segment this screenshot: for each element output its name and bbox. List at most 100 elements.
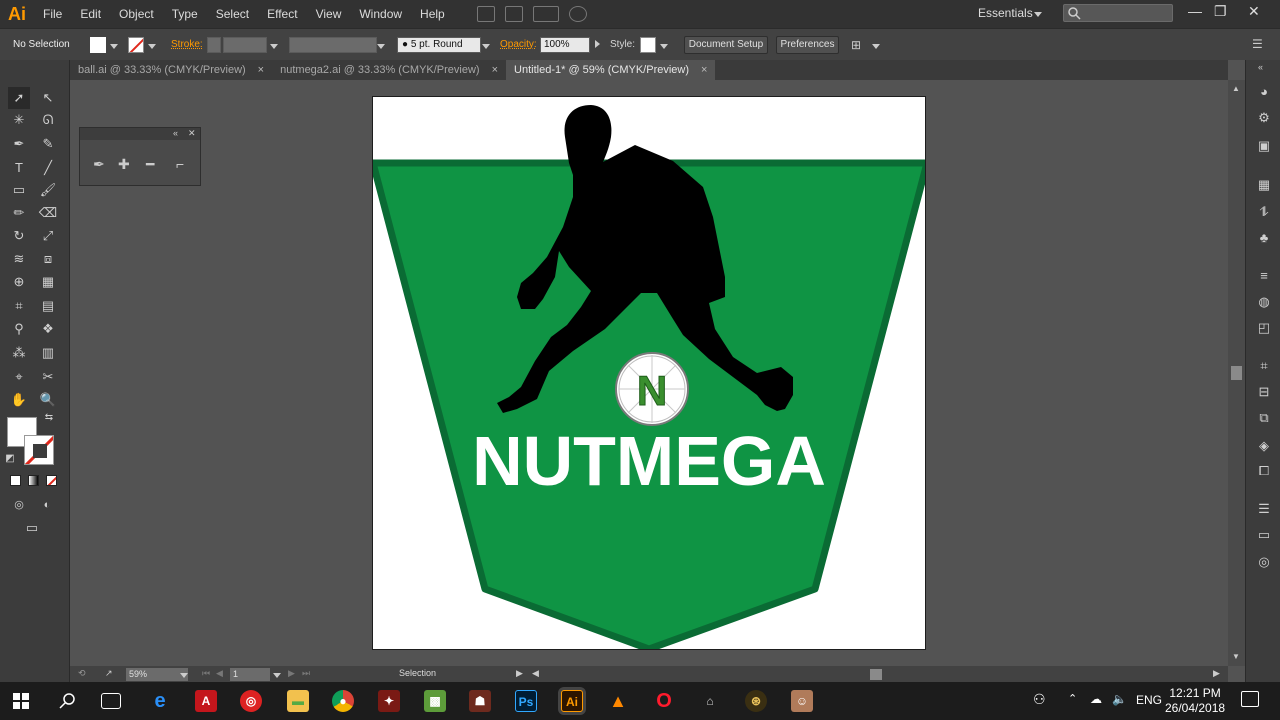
stroke-weight-stepper[interactable]	[207, 37, 221, 53]
rectangle-tool-icon[interactable]: ▭	[8, 179, 30, 201]
bridge-icon[interactable]	[476, 6, 495, 22]
direct-selection-tool-icon[interactable]: ↖	[37, 87, 59, 109]
paragraph-icon[interactable]: ▭	[1255, 527, 1273, 543]
brush-definition[interactable]: ● 5 pt. Round	[397, 37, 481, 53]
photoshop-icon[interactable]: Ps	[515, 690, 537, 712]
pen-tool-icon[interactable]: ✒	[8, 133, 30, 155]
appearance-icon[interactable]: ◎	[1255, 554, 1273, 570]
style-dropdown-icon[interactable]	[660, 44, 668, 49]
search-input[interactable]	[1063, 4, 1173, 22]
stroke-panel-icon[interactable]: ≡	[1255, 268, 1273, 284]
zoom-dropdown-icon[interactable]	[180, 673, 188, 678]
tab-ball[interactable]: ball.ai @ 33.33% (CMYK/Preview) ×	[70, 60, 272, 80]
menu-select[interactable]: Select	[207, 0, 258, 28]
scroll-thumb[interactable]	[1231, 366, 1242, 380]
pen-tool-icon[interactable]: ✒	[93, 156, 105, 173]
tab-nutmega2[interactable]: nutmega2.ai @ 33.33% (CMYK/Preview) ×	[272, 60, 506, 80]
photo-app-icon[interactable]: ☺	[791, 690, 813, 712]
stroke-swatch[interactable]	[128, 37, 144, 53]
color-guide-icon[interactable]: ⚙	[1255, 110, 1273, 126]
swap-colors-icon[interactable]: ⇆	[42, 411, 56, 425]
opacity-slider-icon[interactable]	[595, 40, 600, 48]
restore-button[interactable]: ❐	[1214, 3, 1227, 20]
default-colors-icon[interactable]: ◩	[3, 452, 17, 466]
selection-tool-icon[interactable]: ➚	[8, 87, 30, 109]
eyedropper-tool-icon[interactable]: ⚲	[8, 318, 30, 340]
profile-dropdown-icon[interactable]	[377, 44, 385, 49]
layers-icon[interactable]: ◈	[1255, 438, 1273, 454]
transform-icon[interactable]: ⌗	[1255, 358, 1273, 374]
pathfinder-icon[interactable]: ⧉	[1255, 410, 1273, 426]
vertical-scrollbar[interactable]: ▲ ▼	[1228, 80, 1245, 666]
chrome-icon[interactable]: ●	[332, 690, 354, 712]
scroll-left-icon[interactable]: ◀	[532, 668, 539, 679]
stroke-color-box[interactable]	[24, 435, 54, 465]
artboard-tool-icon[interactable]: ⌖	[8, 366, 30, 388]
transparency-icon[interactable]: ◰	[1255, 320, 1273, 336]
brushes-icon[interactable]: ⥮	[1255, 204, 1273, 220]
illustrator-icon[interactable]: Ai	[561, 690, 583, 712]
workspace-switcher[interactable]: Essentials	[978, 6, 1033, 20]
scroll-right-icon[interactable]: ▶	[1213, 668, 1220, 679]
gradient-panel-icon[interactable]: ◍	[1255, 294, 1273, 310]
symbols-icon[interactable]: ♣	[1255, 230, 1273, 246]
people-icon[interactable]: ⚇	[1033, 691, 1046, 708]
pencil-tool-icon[interactable]: ✏	[8, 202, 30, 224]
lasso-tool-icon[interactable]: ᘏ	[37, 109, 59, 131]
status-menu-icon[interactable]: ▶	[516, 668, 523, 679]
menu-edit[interactable]: Edit	[71, 0, 110, 28]
show-hidden-icons[interactable]: ⌃	[1068, 692, 1077, 705]
menu-effect[interactable]: Effect	[258, 0, 306, 28]
panel-close-icon[interactable]: ✕	[188, 128, 196, 139]
preferences-button[interactable]: Preferences	[776, 36, 839, 54]
next-artboard-icon[interactable]: ▶	[288, 668, 295, 679]
line-tool-icon[interactable]: ╱	[37, 157, 59, 179]
gpu-performance-icon[interactable]	[568, 6, 587, 22]
artboard-dropdown-icon[interactable]	[273, 673, 281, 678]
shape-builder-tool-icon[interactable]: ⊕	[8, 271, 30, 293]
network-app-icon[interactable]: ⌂	[699, 690, 721, 712]
color-mode-icon[interactable]	[10, 475, 21, 486]
arrange-documents-icon[interactable]	[532, 6, 559, 22]
game-app-icon[interactable]: ☗	[469, 690, 491, 712]
variable-width-profile[interactable]	[289, 37, 377, 53]
tab-close-icon[interactable]: ×	[492, 60, 498, 80]
minimize-button[interactable]: —	[1188, 3, 1202, 19]
menu-type[interactable]: Type	[163, 0, 207, 28]
hand-tool-icon[interactable]: ✋	[8, 389, 30, 411]
tab-close-icon[interactable]: ×	[258, 60, 264, 80]
stroke-weight-field[interactable]	[223, 37, 267, 53]
draw-mode-icon[interactable]: ◎	[8, 494, 30, 516]
magic-wand-tool-icon[interactable]: ✳	[8, 109, 30, 131]
delete-anchor-point-icon[interactable]: ━	[146, 156, 154, 173]
scroll-up-icon[interactable]: ▲	[1232, 84, 1240, 93]
workspace-dropdown-icon[interactable]	[1034, 12, 1042, 17]
tab-close-icon[interactable]: ×	[701, 60, 707, 80]
character-icon[interactable]: ☰	[1255, 501, 1273, 517]
edge-icon[interactable]: e	[149, 690, 171, 712]
add-anchor-point-icon[interactable]: ✚	[118, 156, 130, 173]
tab-untitled-1[interactable]: Untitled-1* @ 59% (CMYK/Preview) ×	[506, 60, 716, 80]
blend-tool-icon[interactable]: ❖	[37, 318, 59, 340]
cc-libraries-icon[interactable]: ▣	[1255, 138, 1273, 154]
acrobat-icon[interactable]: A	[195, 690, 217, 712]
media-app-icon[interactable]: ◎	[240, 690, 262, 712]
expand-icon[interactable]: ↗	[105, 668, 113, 679]
menu-help[interactable]: Help	[411, 0, 454, 28]
game-launcher-icon[interactable]: ⊛	[745, 690, 767, 712]
opacity-label[interactable]: Opacity:	[500, 39, 537, 50]
column-graph-tool-icon[interactable]: ▥	[37, 342, 59, 364]
opacity-field[interactable]: 100%	[540, 37, 590, 53]
minecraft-icon[interactable]: ▩	[424, 690, 446, 712]
menu-file[interactable]: File	[34, 0, 71, 28]
panel-menu-icon[interactable]: ☰	[1252, 37, 1263, 51]
gradient-mode-icon[interactable]	[28, 475, 39, 486]
menu-view[interactable]: View	[307, 0, 351, 28]
graphic-style-swatch[interactable]	[640, 37, 656, 53]
artboard[interactable]: N NUTMEGA	[372, 96, 926, 650]
curvature-tool-icon[interactable]: ✎	[37, 133, 59, 155]
last-artboard-icon[interactable]: ⏭	[302, 668, 310, 679]
none-mode-icon[interactable]	[46, 475, 57, 486]
close-window-button[interactable]: ✕	[1248, 3, 1260, 20]
volume-icon[interactable]: 🔈	[1112, 692, 1127, 706]
